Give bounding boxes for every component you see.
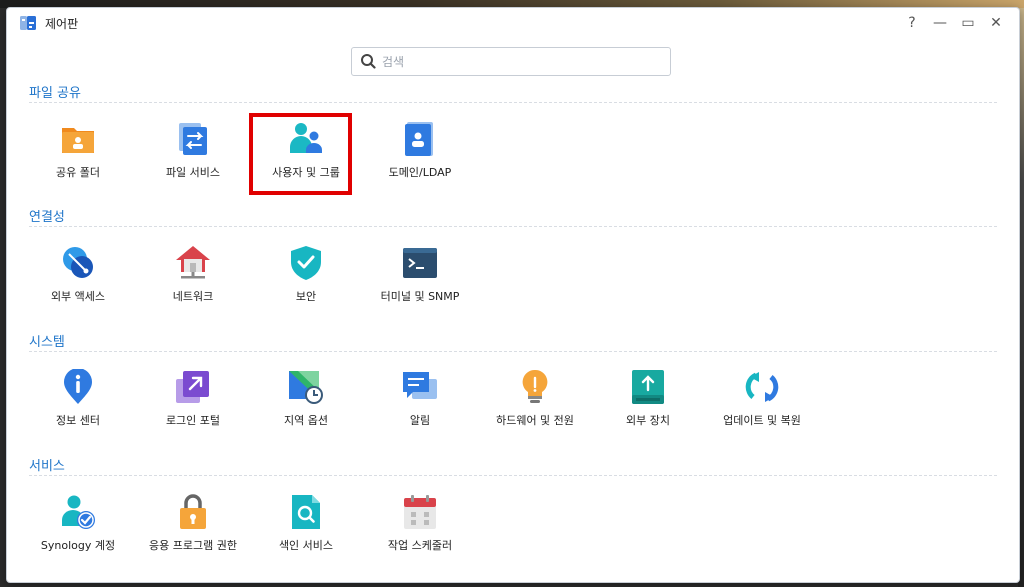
item-label: 색인 서비스 [278, 539, 334, 552]
login-portal-icon [176, 371, 209, 403]
item-label: 응용 프로그램 권한 [149, 539, 237, 552]
item-login-portal[interactable]: 로그인 포털 [138, 369, 248, 449]
item-info-center[interactable]: 정보 센터 [23, 369, 133, 449]
title-bar[interactable]: 제어판 ? — ▭ ✕ [7, 8, 1019, 38]
security-shield-icon [291, 246, 321, 280]
minimize-button[interactable]: — [930, 13, 950, 33]
item-label: 작업 스케줄러 [387, 539, 453, 552]
item-notification[interactable]: 알림 [365, 369, 475, 449]
maximize-button[interactable]: ▭ [958, 13, 978, 33]
item-regional-options[interactable]: 지역 옵션 [251, 369, 361, 449]
control-panel-window: 제어판 ? — ▭ ✕ 파일 공유 공유 폴더 파일 서비스 [6, 7, 1020, 583]
search-box[interactable] [351, 47, 671, 76]
item-label: 하드웨어 및 전원 [496, 414, 574, 427]
section-title-connectivity: 연결성 [29, 210, 65, 225]
item-shared-folder[interactable]: 공유 폴더 [23, 121, 133, 201]
update-restore-icon [745, 372, 779, 402]
close-button[interactable]: ✕ [986, 13, 1006, 33]
terminal-icon [403, 248, 437, 278]
shared-folder-icon [62, 128, 94, 153]
item-network[interactable]: 네트워크 [138, 245, 248, 325]
item-label: 터미널 및 SNMP [380, 290, 460, 303]
item-label: 지역 옵션 [284, 414, 328, 427]
item-label: 파일 서비스 [165, 166, 221, 179]
external-access-icon [63, 247, 93, 278]
section-divider [29, 226, 997, 227]
section-title-system: 시스템 [29, 335, 65, 350]
item-terminal-snmp[interactable]: 터미널 및 SNMP [365, 245, 475, 325]
item-security[interactable]: 보안 [251, 245, 361, 325]
item-indexing-service[interactable]: 색인 서비스 [251, 494, 361, 574]
item-label: Synology 계정 [40, 539, 116, 552]
app-privileges-icon [180, 494, 206, 529]
section-title-services: 서비스 [29, 459, 65, 474]
item-label: 외부 액세스 [50, 290, 106, 303]
item-label: 로그인 포털 [165, 414, 221, 427]
section-divider [29, 475, 997, 476]
item-label: 정보 센터 [56, 414, 100, 427]
section-title-file-sharing: 파일 공유 [29, 86, 81, 101]
notification-icon [403, 372, 437, 399]
item-label: 알림 [409, 414, 431, 427]
indexing-service-icon [292, 495, 320, 529]
item-label: 네트워크 [172, 290, 214, 303]
item-update-restore[interactable]: 업데이트 및 복원 [707, 369, 817, 449]
item-synology-account[interactable]: Synology 계정 [23, 494, 133, 574]
item-file-services[interactable]: 파일 서비스 [138, 121, 248, 201]
network-icon [176, 246, 210, 279]
item-hardware-power[interactable]: 하드웨어 및 전원 [480, 369, 590, 449]
item-domain-ldap[interactable]: 도메인/LDAP [365, 121, 475, 201]
item-app-privileges[interactable]: 응용 프로그램 권한 [138, 494, 248, 574]
hardware-power-icon [522, 369, 548, 403]
info-center-icon [64, 369, 92, 404]
item-label: 외부 장치 [626, 414, 670, 427]
item-external-devices[interactable]: 외부 장치 [593, 369, 703, 449]
external-devices-icon [632, 370, 664, 404]
item-task-scheduler[interactable]: 작업 스케줄러 [365, 494, 475, 574]
search-icon [361, 54, 376, 69]
control-panel-app-icon [20, 16, 36, 30]
item-label: 공유 폴더 [56, 166, 100, 179]
item-label: 도메인/LDAP [388, 166, 452, 179]
item-external-access[interactable]: 외부 액세스 [23, 245, 133, 325]
highlight-box [249, 113, 352, 195]
item-label: 보안 [295, 290, 317, 303]
regional-options-icon [289, 371, 323, 404]
synology-account-icon [62, 495, 95, 529]
help-button[interactable]: ? [902, 13, 922, 33]
file-services-icon [179, 123, 207, 155]
domain-ldap-icon [405, 122, 433, 156]
section-divider [29, 102, 997, 103]
task-scheduler-icon [404, 495, 436, 529]
search-input[interactable] [380, 51, 664, 72]
section-divider [29, 351, 997, 352]
window-title: 제어판 [45, 17, 79, 31]
item-label: 업데이트 및 복원 [723, 414, 801, 427]
